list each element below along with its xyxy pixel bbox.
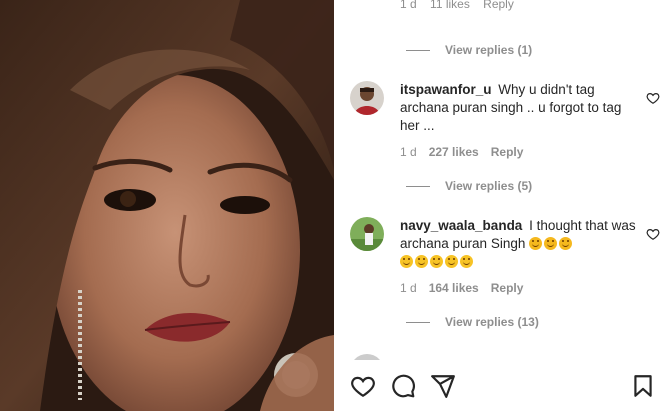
comment-likes[interactable]: 164 likes bbox=[429, 281, 479, 295]
smile-emoji-icon bbox=[460, 255, 473, 268]
comment-time: 1 d bbox=[400, 0, 417, 11]
comment-text: navy_waala_banda I thought that was arch… bbox=[400, 217, 636, 271]
post-image bbox=[0, 0, 334, 411]
view-replies-button[interactable]: View replies (13) bbox=[406, 315, 539, 329]
view-replies-label: View replies (13) bbox=[445, 315, 539, 329]
comments-list[interactable]: 1 d 11 likes Reply View replies (1) itsp… bbox=[334, 0, 672, 360]
grinning-emoji-icon bbox=[559, 237, 573, 250]
comment-icon[interactable] bbox=[390, 373, 416, 399]
cut-off-comment-meta: 1 d 11 likes Reply bbox=[400, 0, 524, 11]
comment-likes[interactable]: 11 likes bbox=[430, 0, 470, 11]
comment-likes[interactable]: 227 likes bbox=[429, 145, 479, 159]
divider-line bbox=[406, 185, 430, 187]
comment-username[interactable]: navy_waala_banda bbox=[400, 218, 522, 233]
comment-text: itspawanfor_u Why u didn't tag archana p… bbox=[400, 81, 636, 135]
smile-emoji-icon bbox=[430, 255, 443, 268]
smile-emoji-icon bbox=[400, 255, 413, 268]
like-comment-heart-icon[interactable] bbox=[646, 91, 660, 105]
reply-button[interactable]: Reply bbox=[491, 281, 524, 295]
view-replies-label: View replies (5) bbox=[445, 179, 533, 193]
bookmark-icon[interactable] bbox=[630, 373, 656, 399]
view-replies-label: View replies (1) bbox=[445, 43, 533, 57]
divider-line bbox=[406, 321, 430, 323]
comment-time: 1 d bbox=[400, 145, 417, 159]
like-comment-heart-icon[interactable] bbox=[646, 227, 660, 241]
reply-button[interactable]: Reply bbox=[491, 145, 524, 159]
post-action-bar bbox=[334, 364, 672, 408]
avatar[interactable] bbox=[350, 217, 384, 251]
view-replies-button[interactable]: View replies (5) bbox=[406, 179, 532, 193]
comment-meta: 1 d 164 likes Reply bbox=[400, 281, 523, 295]
portrait-illustration bbox=[0, 0, 334, 411]
divider-line bbox=[406, 49, 430, 51]
view-replies-button[interactable]: View replies (1) bbox=[406, 43, 532, 57]
avatar[interactable] bbox=[350, 354, 384, 360]
comment-username[interactable]: itspawanfor_u bbox=[400, 82, 492, 97]
comment-item: navy_waala_banda I thought that was arch… bbox=[350, 217, 660, 317]
heart-icon[interactable] bbox=[350, 373, 376, 399]
reply-button[interactable]: Reply bbox=[483, 0, 514, 11]
share-icon[interactable] bbox=[430, 373, 456, 399]
grinning-emoji-icon bbox=[544, 237, 558, 250]
smile-emoji-icon bbox=[445, 255, 458, 268]
comment-meta: 1 d 227 likes Reply bbox=[400, 145, 523, 159]
comment-time: 1 d bbox=[400, 281, 417, 295]
comments-panel: 1 d 11 likes Reply View replies (1) itsp… bbox=[334, 0, 672, 411]
smile-emoji-icon bbox=[415, 255, 428, 268]
avatar[interactable] bbox=[350, 81, 384, 115]
grinning-emoji-icon bbox=[529, 237, 543, 250]
comment-item: itspawanfor_u Why u didn't tag archana p… bbox=[350, 81, 660, 181]
